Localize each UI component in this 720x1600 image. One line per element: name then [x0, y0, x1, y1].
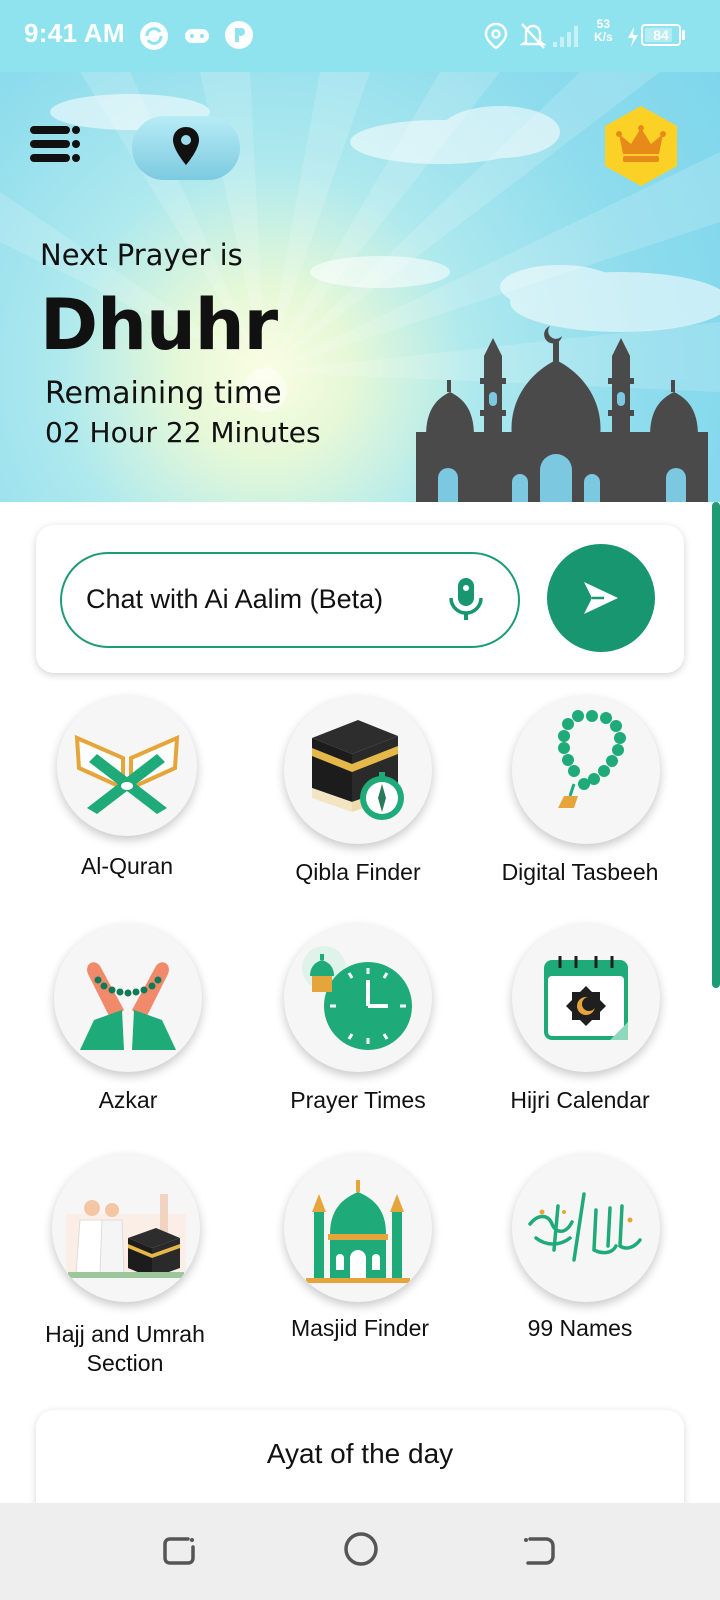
sync-app-icon — [140, 22, 168, 50]
chat-placeholder: Chat with Ai Aalim (Beta) — [86, 584, 384, 614]
menu-icon[interactable] — [28, 124, 84, 164]
next-prayer-label: Next Prayer is — [40, 238, 243, 272]
azkar-button[interactable] — [54, 924, 202, 1072]
system-navigation-bar — [0, 1503, 720, 1600]
location-status-icon — [484, 22, 508, 50]
prayer-beads-icon — [558, 710, 626, 808]
praying-hands-icon — [80, 962, 176, 1050]
digital-tasbeeh-label: Digital Tasbeeh — [501, 859, 659, 885]
hajj-umrah-label: Hajj and Umrah Section — [45, 1321, 205, 1376]
al-quran-button[interactable] — [57, 696, 197, 836]
masjid-finder-label: Masjid Finder — [290, 1315, 430, 1341]
ayat-of-the-day-title: Ayat of the day — [266, 1438, 454, 1469]
masjid-finder-button[interactable] — [284, 1154, 432, 1302]
al-quran-label: Al-Quran — [80, 853, 174, 879]
status-time: 9:41 AM — [24, 18, 125, 48]
prayer-times-label: Prayer Times — [290, 1087, 426, 1113]
hijri-calendar-label: Hijri Calendar — [510, 1087, 650, 1113]
gamepad-icon — [185, 29, 209, 43]
remaining-time-label: Remaining time — [45, 376, 282, 411]
send-icon — [584, 582, 618, 614]
99-names-button[interactable] — [512, 1154, 660, 1302]
calendar-icon — [544, 956, 628, 1040]
app-p-icon — [225, 21, 253, 49]
remaining-time-value: 02 Hour 22 Minutes — [45, 416, 321, 449]
charging-icon — [628, 27, 638, 47]
battery-cap — [682, 30, 685, 40]
scroll-indicator — [712, 502, 720, 988]
hajj-pilgrims-icon — [66, 1194, 186, 1278]
signal-icon — [553, 26, 578, 47]
digital-tasbeeh-button[interactable] — [512, 696, 660, 844]
quran-book-icon — [74, 734, 180, 814]
hero-banner: Next Prayer is Dhuhr Remaining time 02 H… — [0, 72, 720, 502]
location-button[interactable] — [132, 116, 240, 180]
recent-apps-icon[interactable] — [162, 1533, 196, 1569]
azkar-label: Azkar — [98, 1087, 158, 1113]
qibla-finder-label: Qibla Finder — [295, 859, 421, 885]
back-icon[interactable] — [522, 1533, 556, 1569]
prayer-times-button[interactable] — [284, 924, 432, 1072]
premium-crown-button[interactable] — [603, 104, 679, 188]
home-icon[interactable] — [343, 1531, 379, 1567]
status-bar: 9:41 AM 53 K/s 84 — [0, 0, 720, 72]
kaaba-compass-icon — [312, 720, 404, 820]
calligraphy-icon — [528, 1192, 642, 1262]
chat-input[interactable]: Chat with Ai Aalim (Beta) — [60, 552, 520, 648]
hajj-umrah-button[interactable] — [52, 1154, 200, 1302]
muted-bell-icon — [520, 23, 546, 49]
hijri-calendar-button[interactable] — [512, 924, 660, 1072]
microphone-icon[interactable] — [446, 576, 486, 624]
qibla-finder-button[interactable] — [284, 696, 432, 844]
ai-chat-card: Chat with Ai Aalim (Beta) — [36, 525, 684, 673]
clock-mosque-icon — [302, 946, 412, 1050]
battery-level: 84 — [653, 27, 669, 43]
next-prayer-name: Dhuhr — [40, 284, 278, 366]
network-speed: 53 K/s — [594, 17, 613, 44]
location-pin-icon — [173, 127, 199, 165]
mosque-silhouette-illustration — [416, 326, 708, 502]
battery-icon: 84 — [641, 24, 681, 46]
masjid-icon — [306, 1180, 410, 1283]
99-names-label: 99 Names — [527, 1315, 633, 1341]
send-button[interactable] — [547, 544, 655, 652]
